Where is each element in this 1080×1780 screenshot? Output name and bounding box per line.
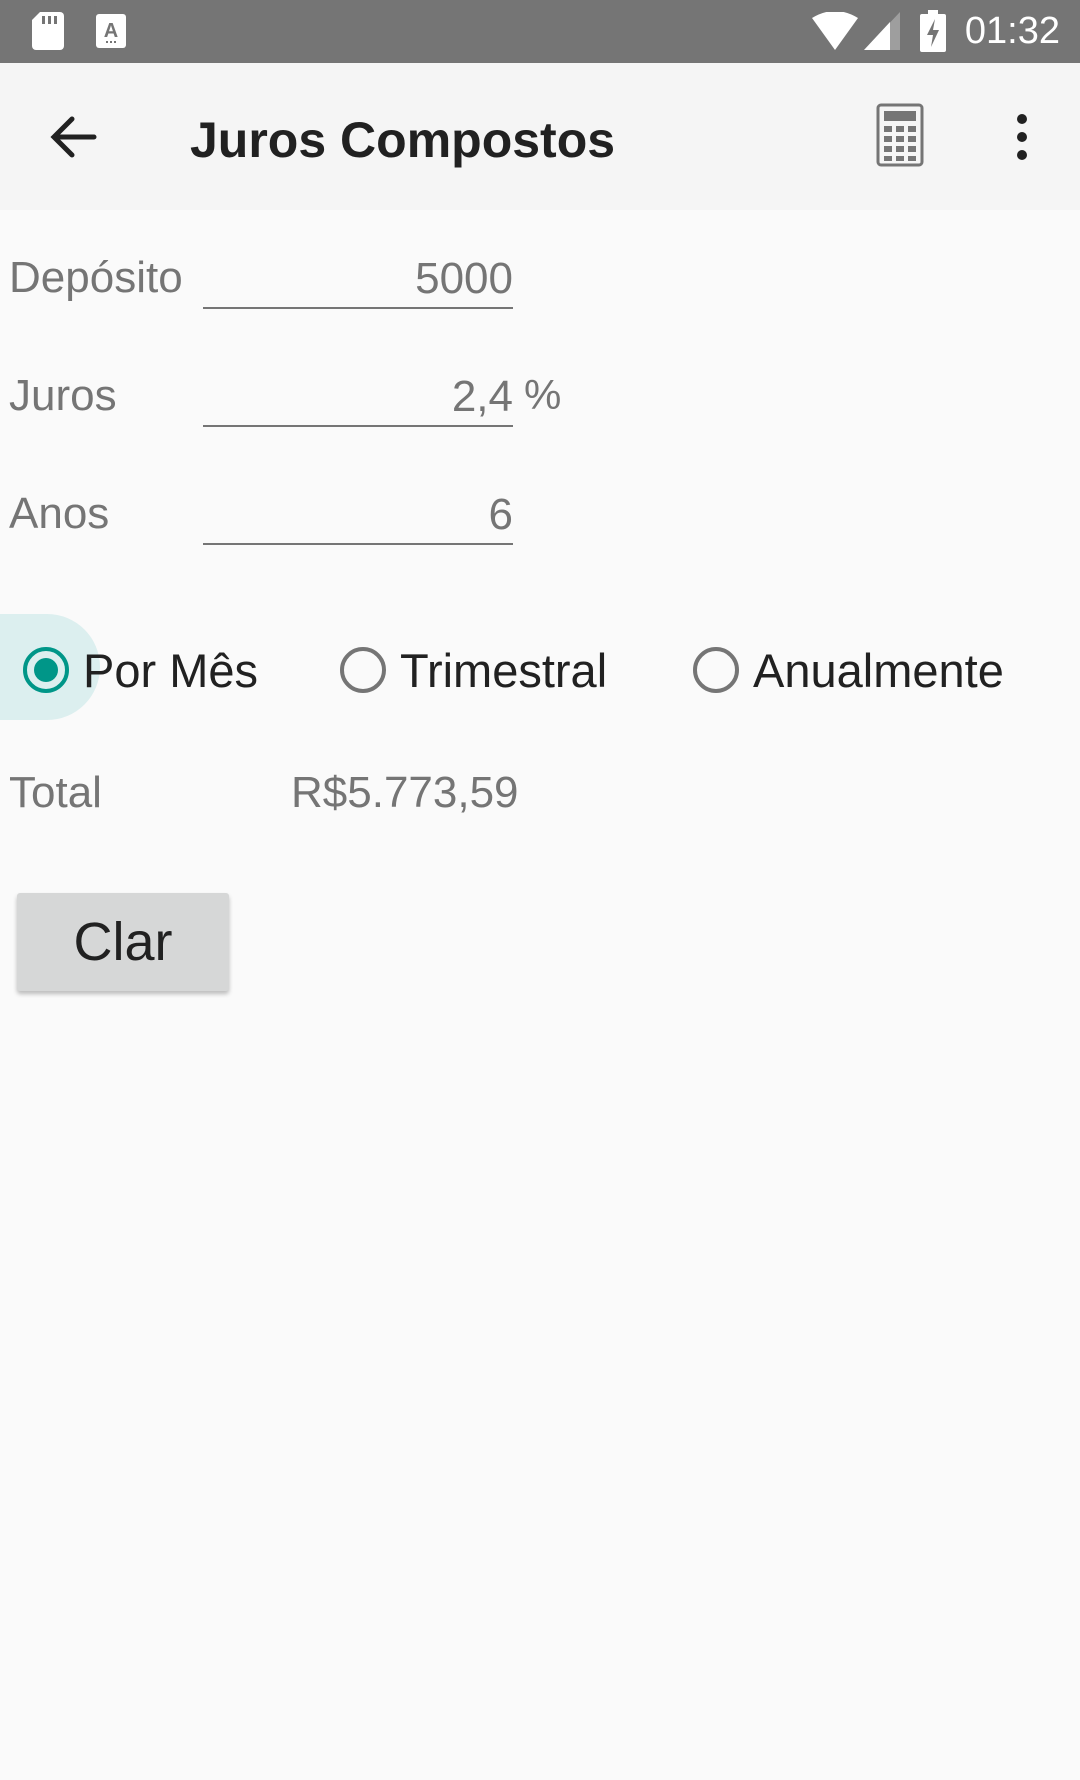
rate-label: Juros — [9, 371, 117, 420]
radio-quarterly[interactable]: Trimestral — [340, 640, 607, 700]
app-toolbar: Juros Compostos — [0, 63, 1080, 210]
radio-quarterly-label: Trimestral — [400, 643, 608, 697]
status-bar: A 01:32 — [0, 0, 1080, 63]
radio-unchecked-icon — [340, 647, 386, 693]
years-label: Anos — [9, 489, 110, 538]
total-value: R$5.773,59 — [291, 768, 519, 817]
rate-input[interactable] — [203, 369, 513, 427]
radio-monthly[interactable]: Por Mês — [23, 640, 258, 700]
calculator-icon[interactable] — [876, 103, 924, 167]
radio-yearly[interactable]: Anualmente — [693, 640, 1004, 700]
clear-button[interactable]: Clar — [17, 893, 229, 991]
sd-card-icon — [32, 12, 64, 50]
battery-charging-icon — [920, 10, 946, 52]
years-input[interactable] — [203, 487, 513, 545]
radio-monthly-label: Por Mês — [83, 643, 258, 697]
signal-icon — [864, 12, 900, 50]
arrow-left-icon[interactable] — [46, 111, 98, 163]
wifi-icon — [812, 12, 858, 50]
percent-unit: % — [524, 371, 562, 418]
page-title: Juros Compostos — [190, 112, 616, 168]
radio-yearly-label: Anualmente — [753, 643, 1004, 697]
more-vert-icon[interactable] — [1010, 111, 1034, 163]
svg-text:A: A — [104, 20, 118, 42]
deposit-input[interactable] — [203, 251, 513, 309]
status-time: 01:32 — [964, 10, 1060, 52]
total-label: Total — [9, 768, 102, 817]
deposit-label: Depósito — [9, 253, 183, 302]
keyboard-a-icon: A — [96, 14, 126, 48]
radio-unchecked-icon — [693, 647, 739, 693]
radio-checked-icon — [23, 647, 69, 693]
